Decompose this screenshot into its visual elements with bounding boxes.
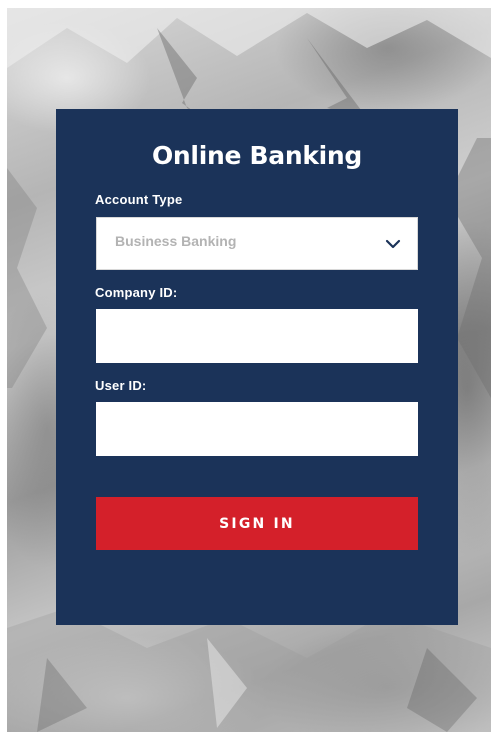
page: Online Banking Account Type Business Ban… xyxy=(0,0,498,738)
user-id-label: User ID: xyxy=(95,378,147,393)
sign-in-button[interactable]: SIGN IN xyxy=(96,497,418,550)
chevron-down-icon xyxy=(385,239,401,249)
account-type-label: Account Type xyxy=(95,192,183,207)
user-id-input[interactable] xyxy=(96,402,418,456)
company-id-input[interactable] xyxy=(96,309,418,363)
account-type-selected-value: Business Banking xyxy=(115,233,237,249)
company-id-label: Company ID: xyxy=(95,285,178,300)
login-panel: Online Banking Account Type Business Ban… xyxy=(56,109,458,625)
page-title: Online Banking xyxy=(151,141,363,170)
account-type-select[interactable]: Business Banking xyxy=(96,217,418,270)
